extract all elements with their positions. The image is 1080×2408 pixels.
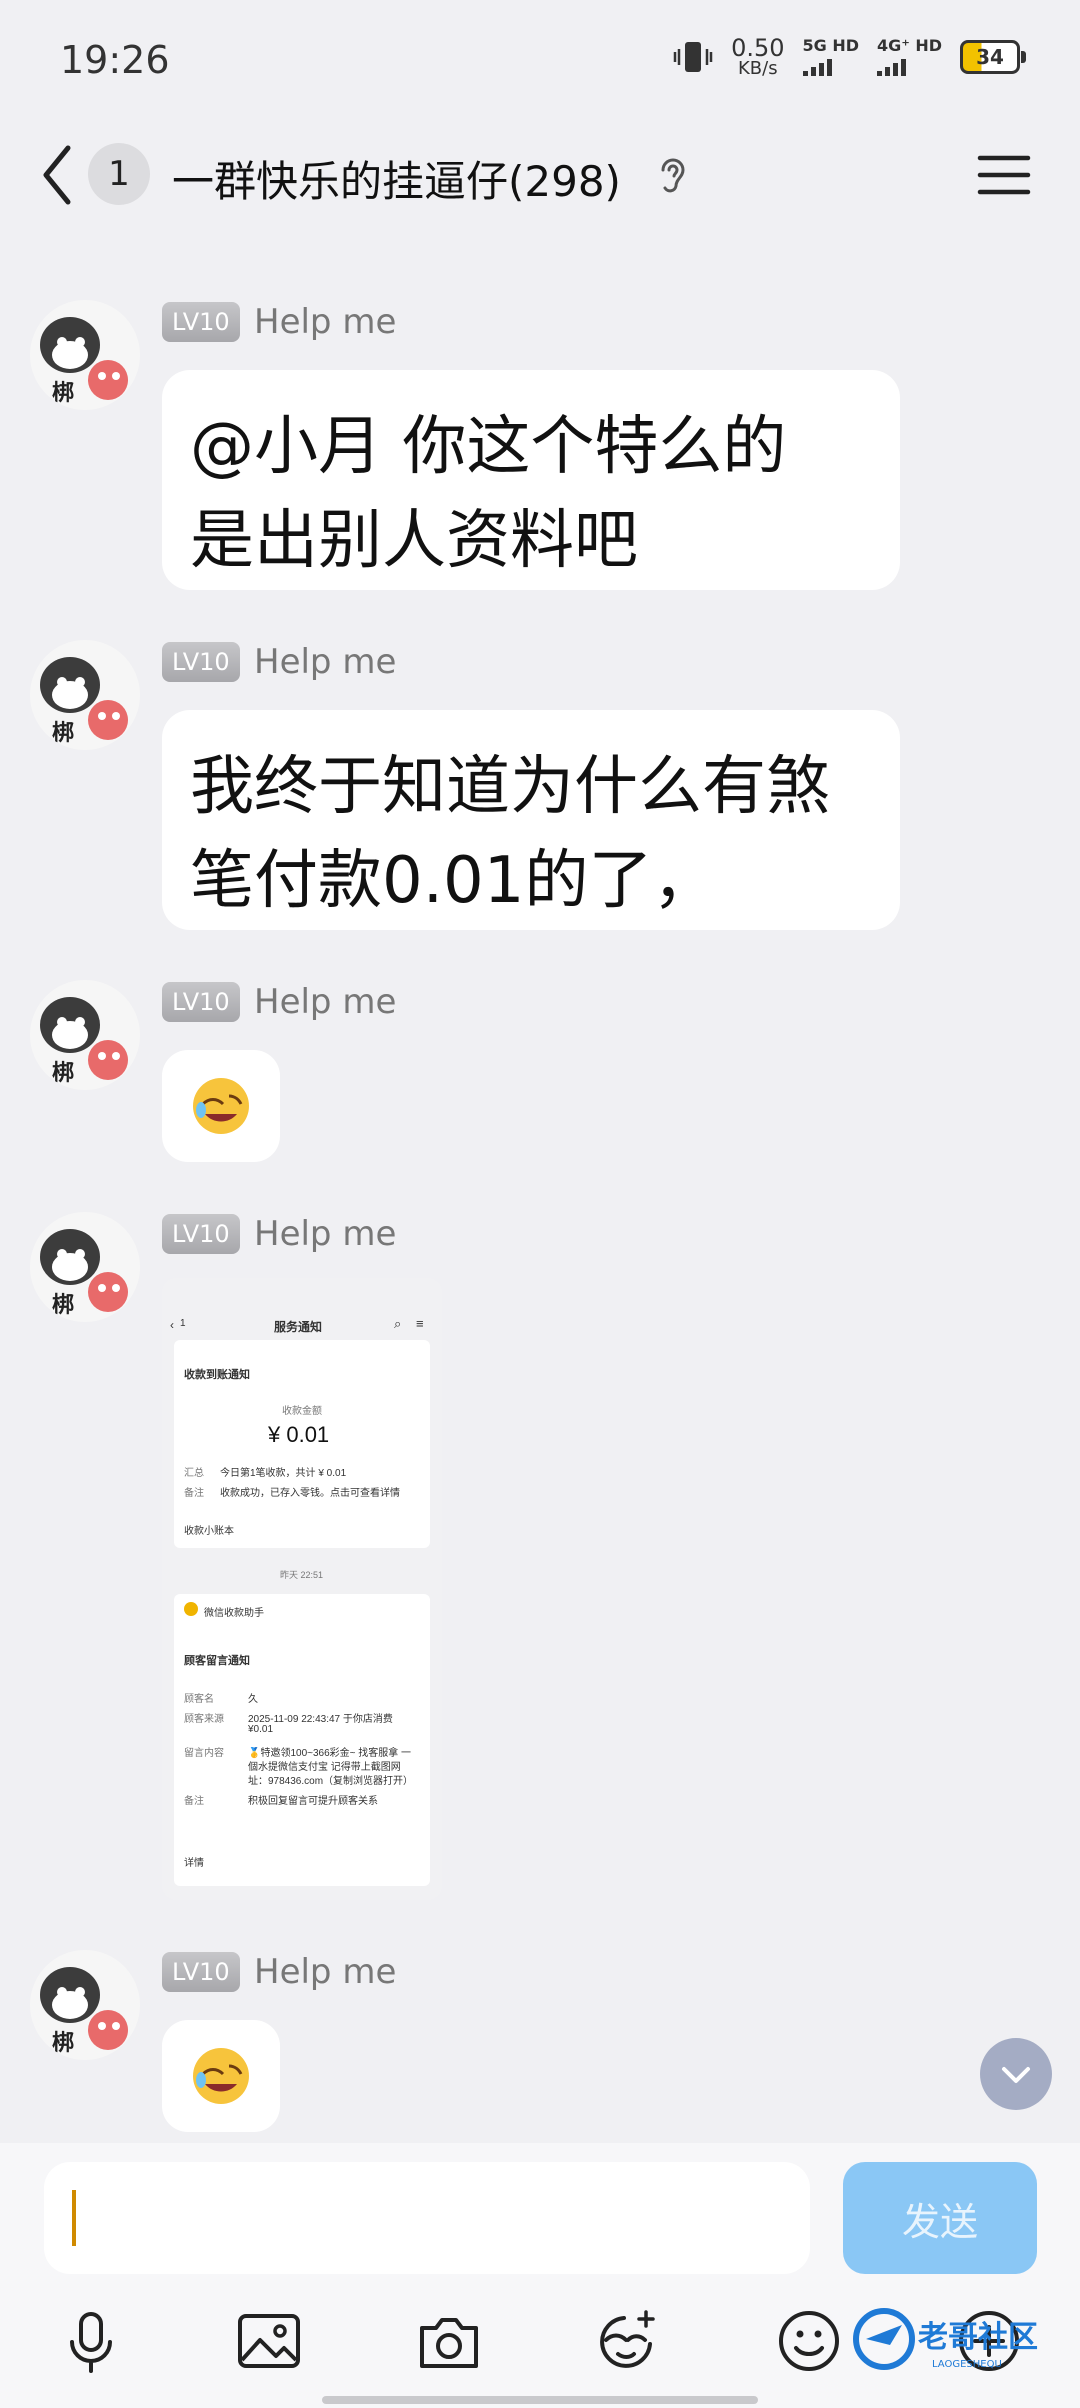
message-input[interactable]: [44, 2162, 810, 2274]
screenshot-header: ‹ 1 服务通知 ⌕ ≡: [170, 1316, 424, 1334]
screenshot-search-icon: ⌕: [394, 1316, 402, 1331]
avatar[interactable]: 梆: [30, 1212, 140, 1322]
level-badge: LV10: [162, 1952, 240, 1992]
message-line: 是出别人资料吧: [190, 504, 638, 578]
text-cursor: [72, 2190, 76, 2246]
avatar[interactable]: 梆: [30, 980, 140, 1090]
image-icon[interactable]: [234, 2306, 304, 2376]
message-line: 笔付款0.01的了，: [190, 844, 717, 918]
watermark-subtext: LAOGESHEQU: [932, 2359, 1002, 2370]
svg-text:梆: 梆: [52, 1061, 74, 1086]
status-icons: 0.50 KB/s 5G HD 4G⁺ HD 34: [673, 34, 1026, 79]
sender-name[interactable]: Help me: [254, 1214, 396, 1254]
svg-text:梆: 梆: [52, 1293, 74, 1318]
sender-name[interactable]: Help me: [254, 982, 396, 1022]
message-line: @小月 你这个特么的: [190, 410, 787, 484]
camera-icon[interactable]: [414, 2306, 484, 2376]
scroll-to-bottom-button[interactable]: [980, 2038, 1052, 2110]
sender-name[interactable]: Help me: [254, 302, 396, 342]
home-indicator[interactable]: [322, 2396, 758, 2404]
laughing-crying-face-icon: [193, 2048, 249, 2104]
sender-name[interactable]: Help me: [254, 642, 396, 682]
sticker-icon[interactable]: [592, 2306, 662, 2376]
emoji-message[interactable]: [162, 2020, 280, 2132]
sim1-signal-icon: 5G HD: [802, 38, 859, 76]
level-badge: LV10: [162, 642, 240, 682]
penguin-avatar-icon: 梆: [40, 317, 128, 406]
chevron-down-icon: [1002, 2067, 1030, 2083]
microphone-icon[interactable]: [56, 2306, 126, 2376]
message-bubble[interactable]: 我终于知道为什么有煞 笔付款0.01的了，: [162, 710, 900, 930]
svg-text:梆: 梆: [52, 381, 74, 406]
avatar[interactable]: 梆: [30, 300, 140, 410]
emoji-icon[interactable]: [774, 2306, 844, 2376]
avatar[interactable]: 梆: [30, 640, 140, 750]
chat-title[interactable]: 一群快乐的挂逼仔(298): [172, 148, 621, 209]
watermark-logo: 老哥社区 LAOGESHEQU: [853, 2308, 1038, 2370]
level-badge: LV10: [162, 302, 240, 342]
back-arrow-icon[interactable]: [36, 140, 86, 210]
ear-mode-icon[interactable]: [655, 152, 691, 200]
screenshot-card-payment: 收款到账通知 收款金额 ¥ 0.01 汇总 今日第1笔收款，共计 ¥ 0.01 …: [174, 1340, 430, 1548]
status-time: 19:26: [60, 38, 170, 82]
svg-text:梆: 梆: [52, 721, 74, 746]
sim2-signal-icon: 4G⁺ HD: [877, 38, 942, 76]
sender-name[interactable]: Help me: [254, 1952, 396, 1992]
unread-count-badge[interactable]: 1: [88, 143, 150, 205]
emoji-message[interactable]: [162, 1050, 280, 1162]
laughing-crying-face-icon: [193, 1078, 249, 1134]
battery-icon: 34: [960, 40, 1026, 74]
penguin-avatar-icon: 梆: [40, 1967, 128, 2056]
level-badge: LV10: [162, 982, 240, 1022]
screenshot-menu-icon: ≡: [416, 1316, 424, 1331]
watermark-text: 老哥社区: [918, 2320, 1038, 2355]
svg-text:梆: 梆: [52, 2031, 74, 2056]
avatar[interactable]: 梆: [30, 1950, 140, 2060]
penguin-avatar-icon: 梆: [40, 997, 128, 1086]
vibrate-icon: [673, 42, 713, 72]
penguin-avatar-icon: 梆: [40, 1229, 128, 1318]
level-badge: LV10: [162, 1214, 240, 1254]
message-line: 我终于知道为什么有煞: [190, 750, 830, 824]
menu-icon[interactable]: [976, 150, 1032, 200]
message-bubble[interactable]: @小月 你这个特么的 是出别人资料吧: [162, 370, 900, 590]
screenshot-card-message: 微信收款助手 顾客留言通知 顾客名 久 顾客来源 2025-11-09 22:4…: [174, 1594, 430, 1886]
penguin-avatar-icon: 梆: [40, 657, 128, 746]
image-message[interactable]: ‹ 1 服务通知 ⌕ ≡ 收款到账通知 收款金额 ¥ 0.01 汇总 今日第1笔…: [162, 1278, 442, 1900]
network-speed: 0.50 KB/s: [731, 34, 785, 79]
send-button[interactable]: 发送: [843, 2162, 1037, 2274]
screenshot-back-icon: ‹: [170, 1318, 174, 1332]
